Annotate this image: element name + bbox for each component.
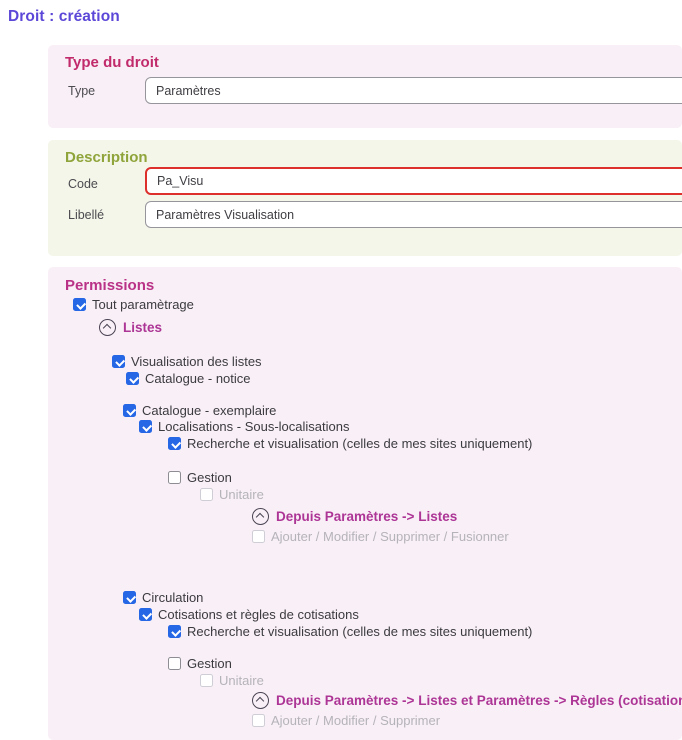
permission-label: Gestion	[187, 470, 232, 485]
permission-row-gestion-2: Gestion	[168, 655, 232, 671]
checkbox-ajouter-modifier-supprimer	[252, 714, 265, 727]
permission-label: Circulation	[142, 590, 203, 605]
permission-label: Localisations - Sous-localisations	[158, 419, 349, 434]
checkbox-gestion-2[interactable]	[168, 657, 181, 670]
permission-row-visualisation-des-listes: Visualisation des listes	[112, 353, 262, 369]
permission-label: Ajouter / Modifier / Supprimer	[271, 713, 440, 728]
checkbox-cotisations[interactable]	[139, 608, 152, 621]
group-label-depuis-parametres-listes-regles: Depuis Paramètres -> Listes et Paramètre…	[276, 693, 682, 708]
checkbox-recherche-visualisation-2[interactable]	[168, 625, 181, 638]
permission-row-catalogue-notice: Catalogue - notice	[126, 370, 251, 386]
permission-group-depuis-parametres-listes: Depuis Paramètres -> Listes	[252, 507, 457, 525]
permission-label: Unitaire	[219, 673, 264, 688]
checkbox-catalogue-notice[interactable]	[126, 372, 139, 385]
checkbox-localisations[interactable]	[139, 420, 152, 433]
section-title-permissions: Permissions	[65, 277, 154, 294]
type-input[interactable]	[145, 77, 682, 104]
permission-label: Recherche et visualisation (celles de me…	[187, 624, 532, 639]
group-label-listes: Listes	[123, 320, 162, 335]
permission-label: Visualisation des listes	[131, 354, 262, 369]
permission-row-ajouter-modifier-supprimer: Ajouter / Modifier / Supprimer	[252, 712, 440, 728]
code-field-label: Code	[68, 177, 98, 191]
permission-row-circulation: Circulation	[123, 589, 203, 605]
permission-row-unitaire-1: Unitaire	[200, 486, 264, 502]
checkbox-catalogue-exemplaire[interactable]	[123, 404, 136, 417]
section-title-description: Description	[65, 149, 148, 166]
checkbox-gestion-1[interactable]	[168, 471, 181, 484]
checkbox-recherche-visualisation-1[interactable]	[168, 437, 181, 450]
checkbox-tout-parametrage[interactable]	[73, 298, 86, 311]
permission-row-recherche-visualisation-2: Recherche et visualisation (celles de me…	[168, 623, 532, 639]
chevron-up-circle-icon[interactable]	[252, 692, 269, 709]
permission-row-cotisations: Cotisations et règles de cotisations	[139, 606, 359, 622]
permission-row-tout-parametrage: Tout paramètrage	[73, 296, 194, 312]
libelle-input[interactable]	[145, 201, 682, 228]
permission-label: Ajouter / Modifier / Supprimer / Fusionn…	[271, 529, 509, 544]
permission-label: Cotisations et règles de cotisations	[158, 607, 359, 622]
type-field-label: Type	[68, 84, 95, 98]
section-title-type: Type du droit	[65, 54, 159, 71]
checkbox-ajouter-modifier-supprimer-fusionner	[252, 530, 265, 543]
permission-label: Recherche et visualisation (celles de me…	[187, 436, 532, 451]
permission-row-gestion-1: Gestion	[168, 469, 232, 485]
permission-label: Tout paramètrage	[92, 297, 194, 312]
permission-label: Unitaire	[219, 487, 264, 502]
section-type-du-droit: Type du droit Type	[48, 45, 682, 128]
permission-row-unitaire-2: Unitaire	[200, 672, 264, 688]
group-label-depuis-parametres-listes: Depuis Paramètres -> Listes	[276, 509, 457, 524]
section-permissions: Permissions Tout paramètrage Listes Visu…	[48, 267, 682, 740]
permission-row-recherche-visualisation-1: Recherche et visualisation (celles de me…	[168, 435, 532, 451]
permission-row-ajouter-modifier-supprimer-fusionner: Ajouter / Modifier / Supprimer / Fusionn…	[252, 528, 509, 544]
permission-label: Catalogue - notice	[145, 371, 251, 386]
chevron-up-circle-icon[interactable]	[99, 319, 116, 336]
permission-row-catalogue-exemplaire: Catalogue - exemplaire	[123, 402, 276, 418]
permission-row-localisations: Localisations - Sous-localisations	[139, 418, 349, 434]
permission-label: Gestion	[187, 656, 232, 671]
page-title: Droit : création	[8, 8, 120, 26]
libelle-field-label: Libellé	[68, 208, 104, 222]
permission-label: Catalogue - exemplaire	[142, 403, 276, 418]
permission-group-listes: Listes	[99, 318, 162, 336]
code-input[interactable]	[145, 167, 682, 195]
checkbox-unitaire-2	[200, 674, 213, 687]
checkbox-visualisation-des-listes[interactable]	[112, 355, 125, 368]
checkbox-unitaire-1	[200, 488, 213, 501]
permission-group-depuis-parametres-listes-regles: Depuis Paramètres -> Listes et Paramètre…	[252, 691, 682, 709]
checkbox-circulation[interactable]	[123, 591, 136, 604]
section-description: Description Code Libellé	[48, 140, 682, 256]
chevron-up-circle-icon[interactable]	[252, 508, 269, 525]
